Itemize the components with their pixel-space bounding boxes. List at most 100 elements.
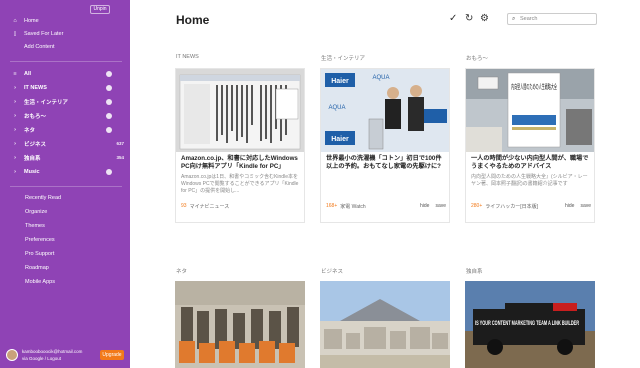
unread-count: 637 xyxy=(116,141,124,146)
link-recently-read[interactable]: Recently Read xyxy=(25,195,61,201)
article-summary: 内向型人間のための人生戦略大全』(シルビア・レーヤン著、岡本照子翻訳)の書籍紹介… xyxy=(471,174,588,187)
aqua-logo-text: AQUA xyxy=(328,105,345,111)
chevron-right-icon[interactable]: › xyxy=(10,99,20,105)
sidebar-item-label: 生活・インテリア xyxy=(24,99,69,106)
column-heading[interactable]: 生活・インテリア xyxy=(321,54,365,62)
link-pro-support[interactable]: Pro Support xyxy=(25,251,54,257)
column-heading[interactable]: おもろ～ xyxy=(466,54,488,62)
engagement-count: 93 xyxy=(181,203,187,209)
page-title: Home xyxy=(176,13,210,27)
link-mobile-apps[interactable]: Mobile Apps xyxy=(25,279,55,285)
article-card[interactable]: 内向型人間のための人生戦略大全 一人の時間が少ない内向型人間が、職場でうまくやる… xyxy=(465,68,595,223)
sidebar-item-label: おもろ～ xyxy=(24,113,47,120)
hide-button[interactable]: hide xyxy=(565,203,574,210)
chevron-right-icon[interactable]: › xyxy=(10,169,20,175)
sidebar-footer: kamboobooocik@hotmail.com via Google / L… xyxy=(0,344,130,368)
sidebar: Unpin ⌂ Home ▯ Saved For Later Add Conte… xyxy=(0,0,130,368)
sidebar-item-original[interactable]: › 独自系 354 xyxy=(0,152,130,163)
unread-count: 354 xyxy=(116,155,124,160)
link-themes[interactable]: Themes xyxy=(25,223,45,229)
chevron-right-icon[interactable]: › xyxy=(10,141,20,147)
haier-logo-text: Haier xyxy=(331,78,349,85)
article-card[interactable]: Haier Haier AQUA AQUA 世界最小の洗濯機「コトン」初日で10… xyxy=(320,68,450,223)
chevron-right-icon[interactable]: › xyxy=(10,113,20,119)
avatar[interactable] xyxy=(6,349,18,361)
column-heading[interactable]: 独自系 xyxy=(466,267,483,275)
sidebar-item-add-content[interactable]: Add Content xyxy=(0,41,130,52)
article-summary: Amazon.co.jpは1日、和書やコミック含むKindle本をWindows… xyxy=(181,174,299,194)
article-thumbnail[interactable] xyxy=(175,281,305,368)
article-title[interactable]: 一人の時間が少ない内向型人間が、職場でうまくやるためのアドバイス xyxy=(471,155,591,171)
save-button[interactable]: save xyxy=(435,203,446,210)
sidebar-item-business[interactable]: › ビジネス 637 xyxy=(0,138,130,149)
divider xyxy=(10,186,122,187)
chevron-right-icon[interactable]: › xyxy=(10,127,20,133)
sidebar-item-saved[interactable]: ▯ Saved For Later xyxy=(0,28,130,39)
column-heading[interactable]: ビジネス xyxy=(321,267,343,275)
unpin-button[interactable]: Unpin xyxy=(90,5,110,14)
sidebar-item-label: Saved For Later xyxy=(24,30,64,37)
save-button[interactable]: save xyxy=(580,203,591,210)
divider xyxy=(10,61,122,62)
mark-read-icon[interactable] xyxy=(106,112,112,119)
book-title-text: 内向型人間のための人生戦略大全 xyxy=(511,82,557,91)
sidebar-item-it-news[interactable]: › IT NEWS xyxy=(0,82,130,93)
haier-logo-text: Haier xyxy=(331,136,349,143)
link-organize[interactable]: Organize xyxy=(25,209,47,215)
link-roadmap[interactable]: Roadmap xyxy=(25,265,49,271)
article-card[interactable]: Amazon.co.jp、和書に対応したWindows PC向け無料アプリ「Ki… xyxy=(175,68,305,223)
engagement-count: 168+ xyxy=(326,203,338,209)
hide-button[interactable]: hide xyxy=(420,203,429,210)
sidebar-item-all[interactable]: ≡ All xyxy=(0,68,130,79)
account-email: kamboobooocik@hotmail.com xyxy=(22,349,83,354)
mark-read-icon[interactable] xyxy=(106,168,112,175)
chevron-right-icon[interactable]: › xyxy=(10,155,20,161)
sidebar-item-label: Music xyxy=(24,168,40,175)
sidebar-item-neta[interactable]: › ネタ xyxy=(0,124,130,135)
sidebar-item-label: 独自系 xyxy=(24,155,41,162)
gear-icon[interactable]: ⚙ xyxy=(480,14,489,24)
sidebar-item-label: Home xyxy=(24,17,39,24)
column-heading[interactable]: IT NEWS xyxy=(176,54,199,60)
article-meta: 280+ ライフハッカー[日本版] hide save xyxy=(471,203,591,210)
article-thumbnail[interactable] xyxy=(176,69,304,152)
article-meta: 168+ 家電 Watch hide save xyxy=(326,203,446,210)
mark-read-icon[interactable] xyxy=(106,126,112,133)
account-via-logout[interactable]: via Google / Logout xyxy=(22,356,61,361)
article-thumbnail[interactable]: 内向型人間のための人生戦略大全 xyxy=(466,69,594,152)
search-input[interactable] xyxy=(520,15,594,23)
article-source[interactable]: ライフハッカー[日本版] xyxy=(485,203,559,210)
article-thumbnail[interactable]: Haier Haier AQUA AQUA xyxy=(321,69,449,152)
sidebar-item-label: IT NEWS xyxy=(24,84,47,91)
article-title[interactable]: 世界最小の洗濯機「コトン」初日で100件以上の予約。おもてなし家電の先駆けに? xyxy=(326,155,446,171)
article-source[interactable]: 家電 Watch xyxy=(340,203,414,210)
link-preferences[interactable]: Preferences xyxy=(25,237,55,243)
article-title[interactable]: Amazon.co.jp、和書に対応したWindows PC向け無料アプリ「Ki… xyxy=(181,155,301,171)
sidebar-item-label: ネタ xyxy=(24,127,36,134)
article-thumbnail[interactable] xyxy=(320,281,450,368)
article-meta: 93 マイナビニュース xyxy=(181,203,301,210)
aqua-logo-text: AQUA xyxy=(372,75,389,81)
sidebar-item-label: Add Content xyxy=(24,43,55,50)
mark-read-icon[interactable] xyxy=(106,98,112,105)
sidebar-item-music[interactable]: › Music xyxy=(0,166,130,177)
sidebar-item-label: All xyxy=(24,70,32,77)
sidebar-item-label: ビジネス xyxy=(24,141,47,148)
search-icon: ⌕ xyxy=(512,16,516,22)
list-icon: ≡ xyxy=(13,70,17,77)
mark-read-icon[interactable] xyxy=(106,70,112,77)
engagement-count: 280+ xyxy=(471,203,483,209)
chevron-right-icon[interactable]: › xyxy=(10,85,20,91)
sidebar-item-home[interactable]: ⌂ Home xyxy=(0,15,130,26)
article-source[interactable]: マイナビニュース xyxy=(190,203,301,210)
check-icon[interactable]: ✓ xyxy=(449,14,457,24)
upgrade-button[interactable]: Upgrade xyxy=(100,350,124,360)
sidebar-item-lifestyle[interactable]: › 生活・インテリア xyxy=(0,96,130,107)
mark-read-icon[interactable] xyxy=(106,84,112,91)
refresh-icon[interactable]: ↻ xyxy=(465,14,473,24)
article-thumbnail[interactable]: IS YOUR CONTENT MARKETING TEAM A LINK BU… xyxy=(465,281,595,368)
sidebar-item-omoro[interactable]: › おもろ～ xyxy=(0,110,130,121)
search-box[interactable]: ⌕ xyxy=(507,13,597,25)
bookmark-icon: ▯ xyxy=(13,30,17,37)
column-heading[interactable]: ネタ xyxy=(176,267,187,275)
